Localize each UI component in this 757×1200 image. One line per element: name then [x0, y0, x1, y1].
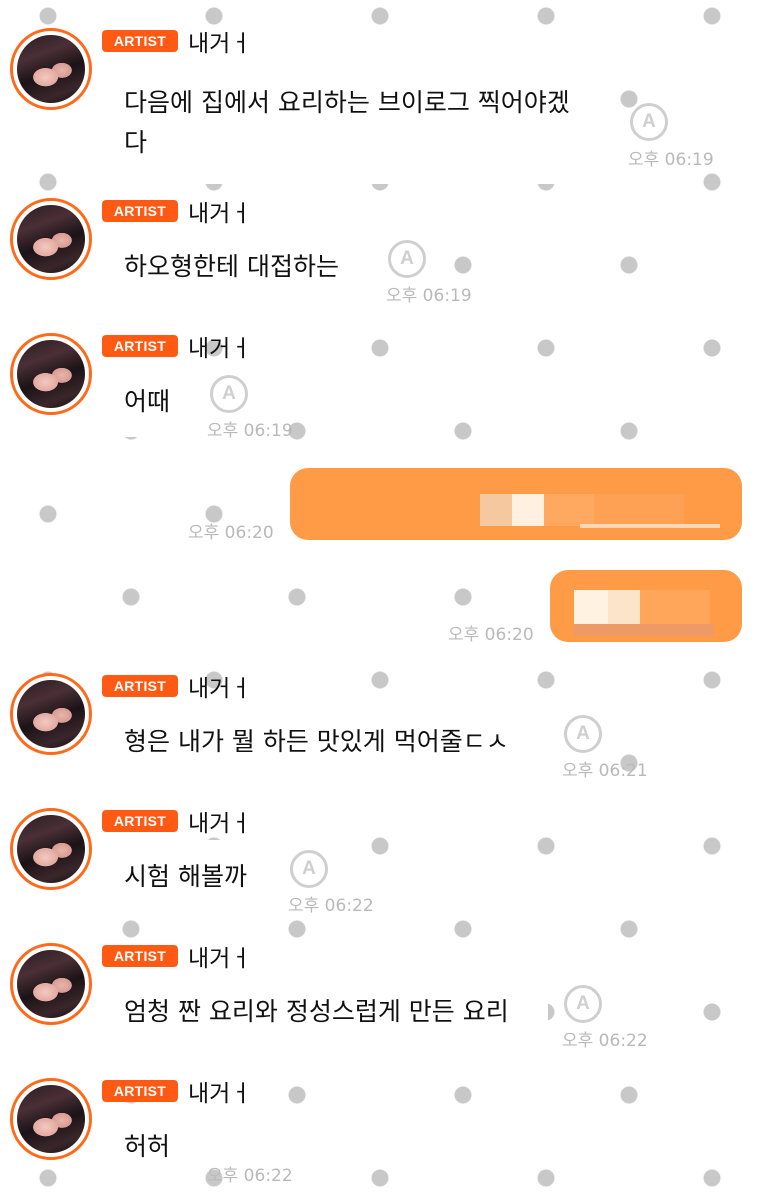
message-text: 하오형한테 대접하는	[124, 252, 339, 281]
translate-icon[interactable]: A	[388, 240, 426, 278]
sender-name: 내거ㅓ	[188, 676, 252, 702]
translate-icon[interactable]: A	[290, 850, 328, 888]
translate-icon[interactable]: A	[564, 715, 602, 753]
timestamp: 오후 06:19	[628, 150, 714, 170]
message-bubble[interactable]: 하오형한테 대접하는	[100, 230, 370, 302]
message-bubble[interactable]: 허허	[100, 1110, 195, 1182]
avatar-image	[17, 205, 85, 273]
avatar-image	[17, 340, 85, 408]
translate-icon[interactable]: A	[564, 985, 602, 1023]
avatar[interactable]	[10, 673, 92, 755]
sender-name: 내거ㅓ	[188, 946, 252, 972]
avatar-image	[17, 680, 85, 748]
artist-badge: ARTIST	[102, 945, 178, 967]
outgoing-message-bubble[interactable]	[550, 570, 742, 642]
redacted-text	[594, 494, 684, 526]
avatar-image	[17, 35, 85, 103]
sender-name: 내거ㅓ	[188, 1081, 252, 1107]
avatar[interactable]	[10, 333, 92, 415]
message-text: 엄청 짠 요리와 정성스럽게 만든 요리	[124, 997, 509, 1026]
timestamp: 오후 06:22	[288, 896, 374, 916]
translate-icon[interactable]: A	[630, 103, 668, 141]
translate-icon[interactable]: A	[210, 375, 248, 413]
redacted-text	[580, 524, 720, 528]
redacted-text	[640, 590, 710, 624]
timestamp: 오후 06:20	[188, 523, 274, 543]
timestamp: 오후 06:21	[562, 761, 648, 781]
message-bubble[interactable]: 시험 해볼까	[100, 840, 275, 912]
timestamp: 오후 06:19	[386, 286, 472, 306]
timestamp: 오후 06:20	[448, 625, 534, 645]
avatar[interactable]	[10, 1078, 92, 1160]
avatar[interactable]	[10, 198, 92, 280]
avatar-image	[17, 1085, 85, 1153]
outgoing-message-bubble[interactable]	[290, 468, 742, 540]
timestamp: 오후 06:22	[207, 1166, 293, 1186]
artist-badge: ARTIST	[102, 810, 178, 832]
avatar[interactable]	[10, 943, 92, 1025]
avatar[interactable]	[10, 808, 92, 890]
redacted-text	[608, 590, 640, 624]
timestamp: 오후 06:22	[562, 1031, 648, 1051]
redacted-text	[512, 494, 544, 526]
artist-badge: ARTIST	[102, 1080, 178, 1102]
avatar[interactable]	[10, 28, 92, 110]
message-bubble[interactable]: 다음에 집에서 요리하는 브이로그 찍어야겠 다	[100, 66, 612, 184]
sender-name: 내거ㅓ	[188, 336, 252, 362]
sender-name: 내거ㅓ	[188, 811, 252, 837]
redacted-text	[574, 624, 714, 636]
message-text: 다음에 집에서 요리하는 브이로그 찍어야겠 다	[124, 88, 570, 157]
message-bubble[interactable]: 어때	[100, 365, 198, 437]
message-bubble[interactable]: 형은 내가 뭘 하든 맛있게 먹어줄ㄷㅅ	[100, 705, 548, 777]
sender-name: 내거ㅓ	[188, 201, 252, 227]
sender-name: 내거ㅓ	[188, 31, 252, 57]
artist-badge: ARTIST	[102, 200, 178, 222]
timestamp: 오후 06:19	[207, 421, 293, 441]
redacted-text	[544, 494, 594, 526]
redacted-text	[480, 494, 512, 526]
redacted-text	[574, 590, 608, 624]
artist-badge: ARTIST	[102, 30, 178, 52]
avatar-image	[17, 950, 85, 1018]
artist-badge: ARTIST	[102, 675, 178, 697]
avatar-image	[17, 815, 85, 883]
message-text: 시험 해볼까	[124, 862, 247, 891]
message-bubble[interactable]: 엄청 짠 요리와 정성스럽게 만든 요리	[100, 975, 548, 1047]
message-text: 형은 내가 뭘 하든 맛있게 먹어줄ㄷㅅ	[124, 727, 509, 756]
artist-badge: ARTIST	[102, 335, 178, 357]
message-text: 허허	[124, 1132, 171, 1161]
message-text: 어때	[124, 387, 171, 416]
